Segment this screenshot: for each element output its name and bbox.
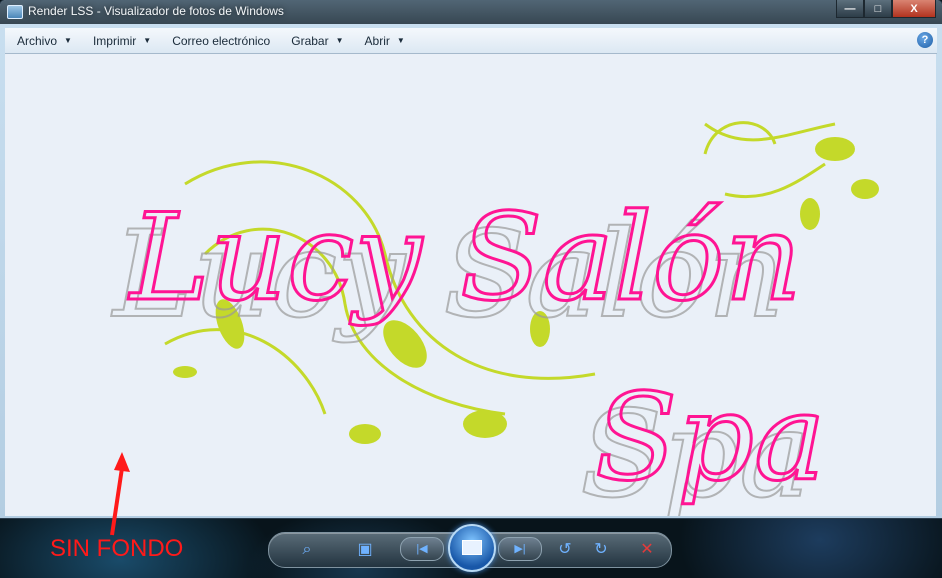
menu-imprimir[interactable]: Imprimir ▼ <box>81 28 160 53</box>
minimize-button[interactable]: — <box>836 0 864 18</box>
slideshow-screen-icon <box>462 540 482 555</box>
image-viewport[interactable]: Lucy Salón Spa Lucy Salón Spa <box>5 54 936 516</box>
menu-bar: Archivo ▼ Imprimir ▼ Correo electrónico … <box>5 28 937 54</box>
chevron-down-icon: ▼ <box>64 36 72 45</box>
menu-label: Grabar <box>291 33 329 48</box>
chevron-down-icon: ▼ <box>143 36 152 45</box>
zoom-icon[interactable]: ⌕ <box>297 541 317 559</box>
menu-label: Correo electrónico <box>172 33 271 48</box>
rotate-left-icon[interactable]: ↺ <box>555 541 575 559</box>
logo-line1: Lucy Salón <box>128 189 802 328</box>
close-button[interactable]: X <box>892 0 936 18</box>
logo-image: Lucy Salón Spa Lucy Salón Spa <box>110 121 879 516</box>
title-bar[interactable]: Render LSS - Visualizador de fotos de Wi… <box>0 0 942 24</box>
delete-icon[interactable]: ✕ <box>637 541 657 559</box>
menu-label: Abrir <box>364 33 390 48</box>
menu-grabar[interactable]: Grabar ▼ <box>279 28 352 53</box>
app-icon <box>7 5 23 19</box>
menu-archivo[interactable]: Archivo ▼ <box>5 28 81 53</box>
menu-label: Archivo <box>17 33 58 48</box>
maximize-button[interactable]: □ <box>864 0 892 18</box>
window-title: Render LSS - Visualizador de fotos de Wi… <box>28 4 284 18</box>
menu-correo[interactable]: Correo electrónico <box>160 28 279 53</box>
help-icon[interactable]: ? <box>917 32 933 48</box>
slideshow-icon[interactable] <box>448 524 496 572</box>
next-icon[interactable]: ▶| <box>498 537 542 561</box>
photo-viewer-window: Render LSS - Visualizador de fotos de Wi… <box>0 0 942 518</box>
rotate-right-icon[interactable]: ↻ <box>591 541 611 559</box>
menu-label: Imprimir <box>92 33 137 48</box>
previous-icon[interactable]: |◀ <box>400 537 444 561</box>
menu-abrir[interactable]: Abrir ▼ <box>353 28 414 53</box>
chevron-down-icon: ▼ <box>335 36 344 45</box>
annotation-label: SIN FONDO <box>50 535 184 562</box>
chevron-down-icon: ▼ <box>396 36 405 45</box>
logo-line2: Spa <box>595 369 826 508</box>
actual-size-icon[interactable]: ▣ <box>355 541 375 559</box>
annotation-arrow <box>110 452 130 536</box>
